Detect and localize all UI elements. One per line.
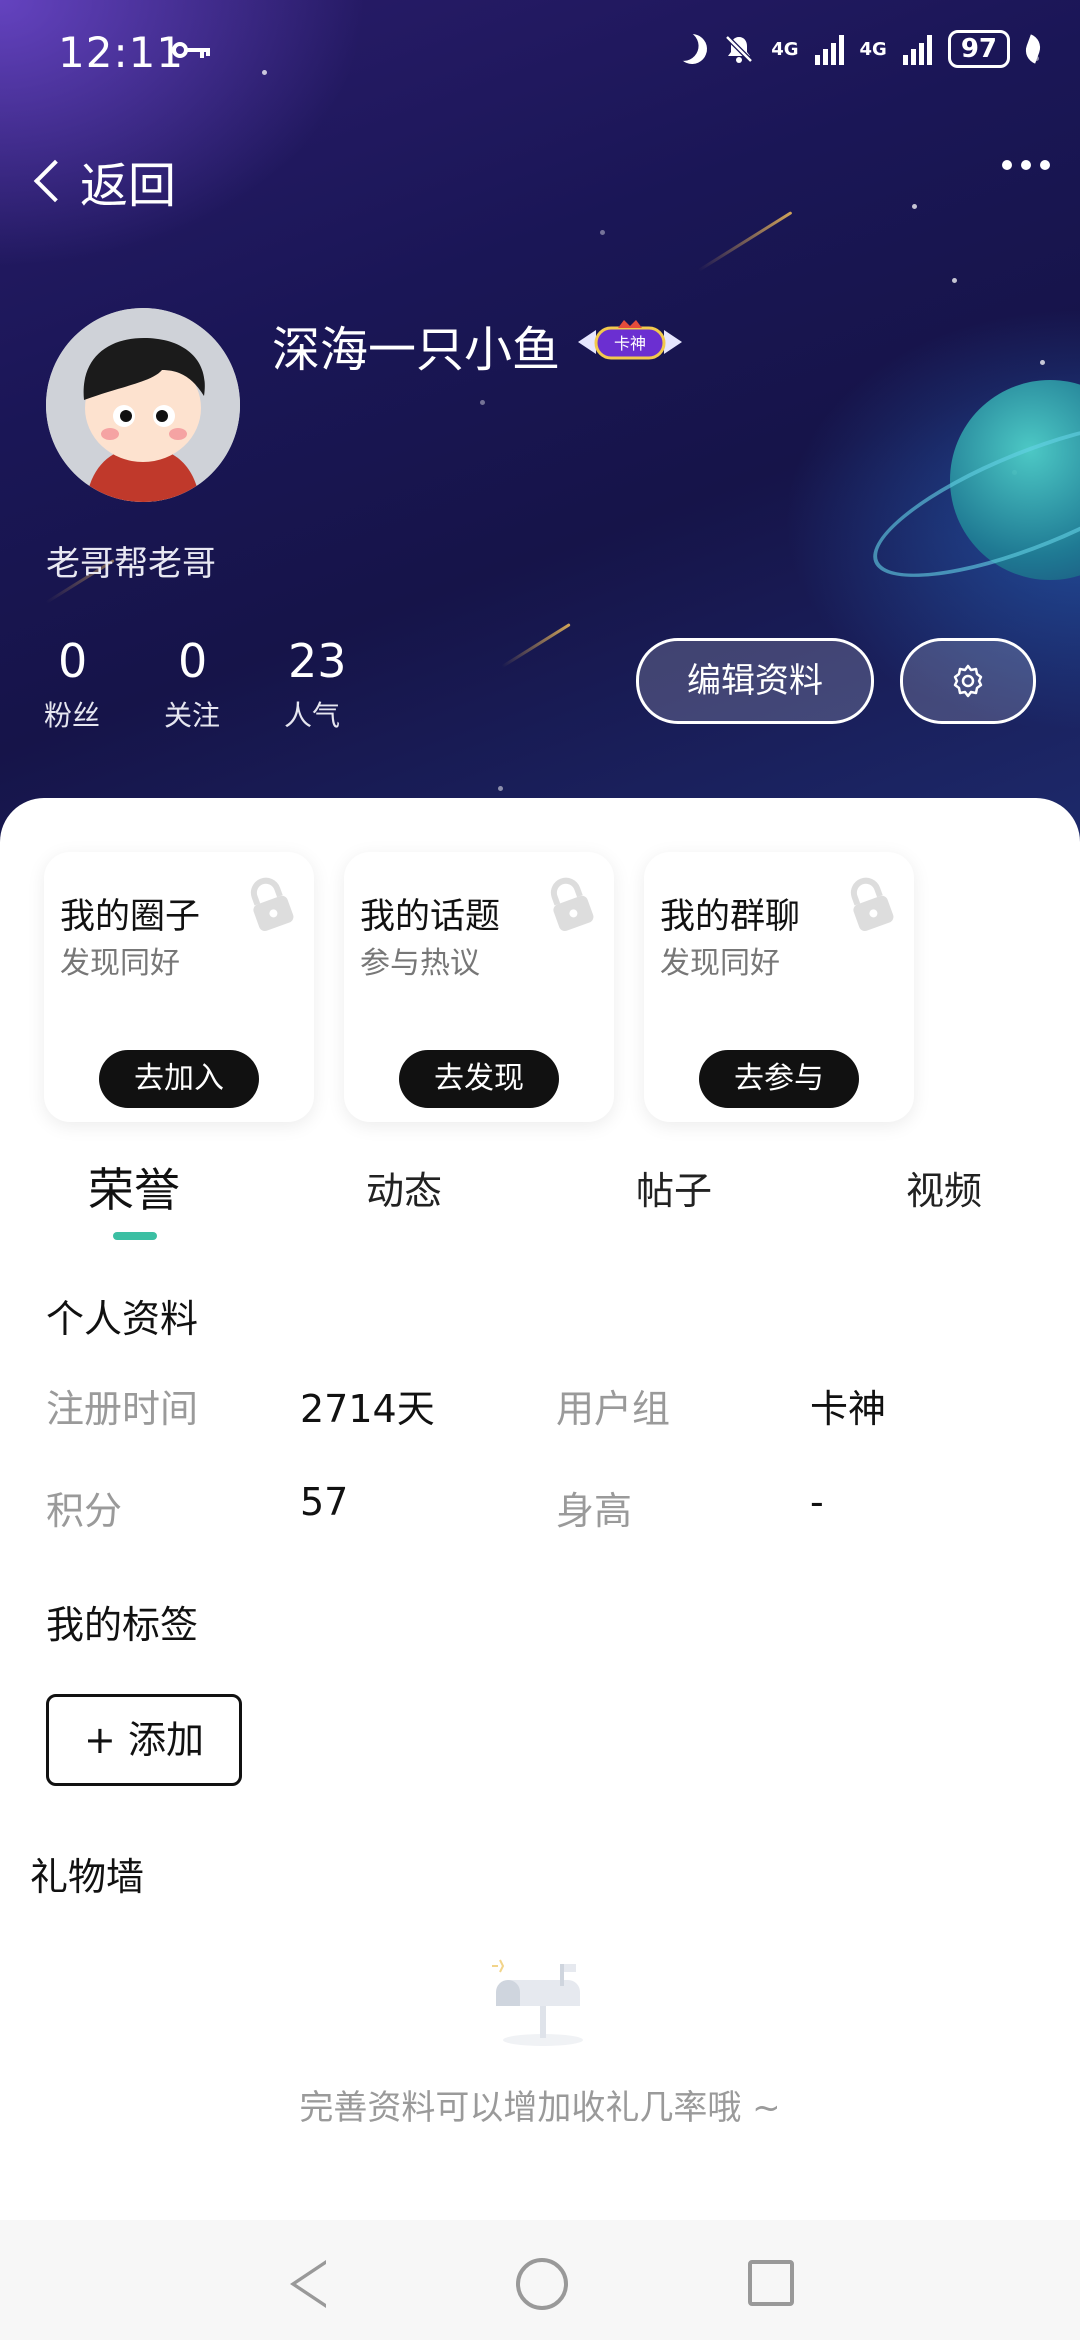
stat-popularity[interactable]: 23 人气 <box>284 634 404 734</box>
info-label-height: 身高 <box>556 1489 633 1533</box>
signal-strength-icon-2 <box>902 33 932 65</box>
network-type-label: 4G <box>771 38 799 60</box>
active-tab-indicator <box>113 1232 157 1240</box>
card-subtitle: 发现同好 <box>60 946 180 981</box>
my-tags-title: 我的标签 <box>46 1603 199 1647</box>
stat-followers[interactable]: 0 粉丝 <box>44 634 164 734</box>
nav-recents-square-icon[interactable] <box>748 2260 794 2306</box>
chevron-left-icon <box>33 159 77 203</box>
info-value-height: - <box>810 1480 824 1524</box>
lock-icon <box>550 877 594 932</box>
lock-icon <box>250 877 294 932</box>
info-label-points: 积分 <box>46 1489 123 1533</box>
discover-button[interactable]: 去发现 <box>399 1050 559 1108</box>
stat-following[interactable]: 0 关注 <box>164 634 284 734</box>
gear-icon <box>953 664 983 698</box>
info-value-register-time: 2714天 <box>300 1387 435 1431</box>
more-options-icon[interactable] <box>1002 160 1050 170</box>
card-my-group-chats[interactable]: 我的群聊 发现同好 去参与 <box>644 852 914 1122</box>
tab-honors[interactable]: 荣誉 <box>88 1154 180 1220</box>
personal-info-title: 个人资料 <box>46 1297 199 1341</box>
card-my-circles[interactable]: 我的圈子 发现同好 去加入 <box>44 852 314 1122</box>
tab-activity[interactable]: 动态 <box>366 1160 442 1215</box>
empty-mailbox-icon <box>492 1959 583 2046</box>
stat-value: 0 <box>178 634 208 688</box>
profile-tabs: 荣誉 动态 帖子 视频 <box>0 1150 1080 1250</box>
participate-button[interactable]: 去参与 <box>699 1050 859 1108</box>
nickname: 深海一只小鱼 <box>272 322 561 378</box>
badge-text: 卡神 <box>614 334 646 353</box>
stat-label: 人气 <box>284 699 341 732</box>
network-type-label-2: 4G <box>859 38 887 60</box>
stat-label: 粉丝 <box>44 699 101 732</box>
nav-home-circle-icon[interactable] <box>516 2258 568 2310</box>
feature-cards: 我的圈子 发现同好 去加入 我的话题 参与热议 去发现 我的群聊 发现同好 去参… <box>44 852 914 1122</box>
info-label-user-group: 用户组 <box>556 1387 671 1431</box>
back-button[interactable]: 返回 <box>28 146 176 216</box>
info-value-points: 57 <box>300 1480 349 1524</box>
card-god-badge-icon: 卡神 <box>578 320 682 360</box>
tab-videos[interactable]: 视频 <box>906 1160 982 1215</box>
cartoon-boy-avatar-icon <box>46 308 240 502</box>
signature: 老哥帮老哥 <box>46 544 216 584</box>
profile-stats: 0 粉丝 0 关注 23 人气 <box>44 634 404 734</box>
tab-posts[interactable]: 帖子 <box>636 1160 712 1215</box>
card-title: 我的群聊 <box>660 897 801 937</box>
card-title: 我的圈子 <box>60 897 201 937</box>
battery-level: 97 <box>947 30 1010 68</box>
card-title: 我的话题 <box>360 897 501 937</box>
key-icon <box>172 42 210 58</box>
stat-value: 23 <box>288 634 347 688</box>
stat-value: 0 <box>58 634 88 688</box>
avatar[interactable] <box>46 308 240 502</box>
muted-bell-icon <box>725 35 753 63</box>
signal-strength-icon <box>814 33 844 65</box>
card-subtitle: 发现同好 <box>660 946 780 981</box>
back-label: 返回 <box>80 158 177 214</box>
settings-button[interactable] <box>900 638 1036 724</box>
do-not-disturb-moon-icon <box>673 30 711 68</box>
card-my-topics[interactable]: 我的话题 参与热议 去发现 <box>344 852 614 1122</box>
nav-back-triangle-icon[interactable] <box>290 2260 326 2308</box>
join-button[interactable]: 去加入 <box>99 1050 259 1108</box>
edit-profile-button[interactable]: 编辑资料 <box>636 638 874 724</box>
status-bar: 12:11 4G 4G 97 <box>0 0 1080 100</box>
add-tag-button[interactable]: + 添加 <box>46 1694 242 1786</box>
info-label-register-time: 注册时间 <box>46 1387 199 1431</box>
lock-icon <box>850 877 894 932</box>
card-subtitle: 参与热议 <box>360 946 480 981</box>
power-saving-leaf-icon <box>1021 34 1045 64</box>
gift-wall-empty-text: 完善资料可以增加收礼几率哦 ~ <box>299 2088 781 2128</box>
stat-label: 关注 <box>164 699 221 732</box>
system-navigation-bar <box>0 2220 1080 2340</box>
gift-wall-title: 礼物墙 <box>30 1855 145 1899</box>
info-value-user-group: 卡神 <box>810 1387 887 1431</box>
status-time: 12:11 <box>58 28 185 77</box>
